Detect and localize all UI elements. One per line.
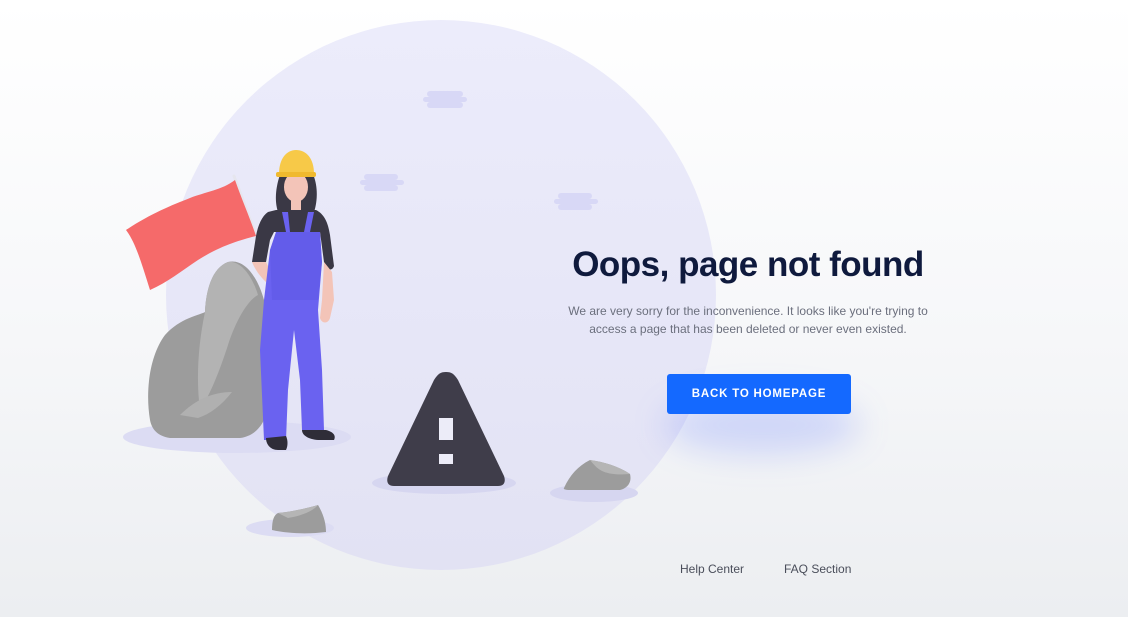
- warning-triangle-icon: [387, 372, 505, 486]
- cloud-2: [360, 174, 404, 191]
- page-title: Oops, page not found: [572, 245, 924, 284]
- rock-right: [563, 460, 631, 490]
- help-center-link[interactable]: Help Center: [680, 562, 744, 576]
- rock-left: [272, 505, 326, 534]
- cloud-3: [554, 193, 598, 210]
- boulder: [148, 261, 273, 438]
- faq-section-link[interactable]: FAQ Section: [784, 562, 851, 576]
- back-to-homepage-button[interactable]: BACK TO HOMEPAGE: [667, 374, 851, 414]
- error-description: We are very sorry for the inconvenience.…: [568, 304, 928, 336]
- worker-woman: [252, 150, 335, 450]
- cloud-1: [423, 91, 467, 108]
